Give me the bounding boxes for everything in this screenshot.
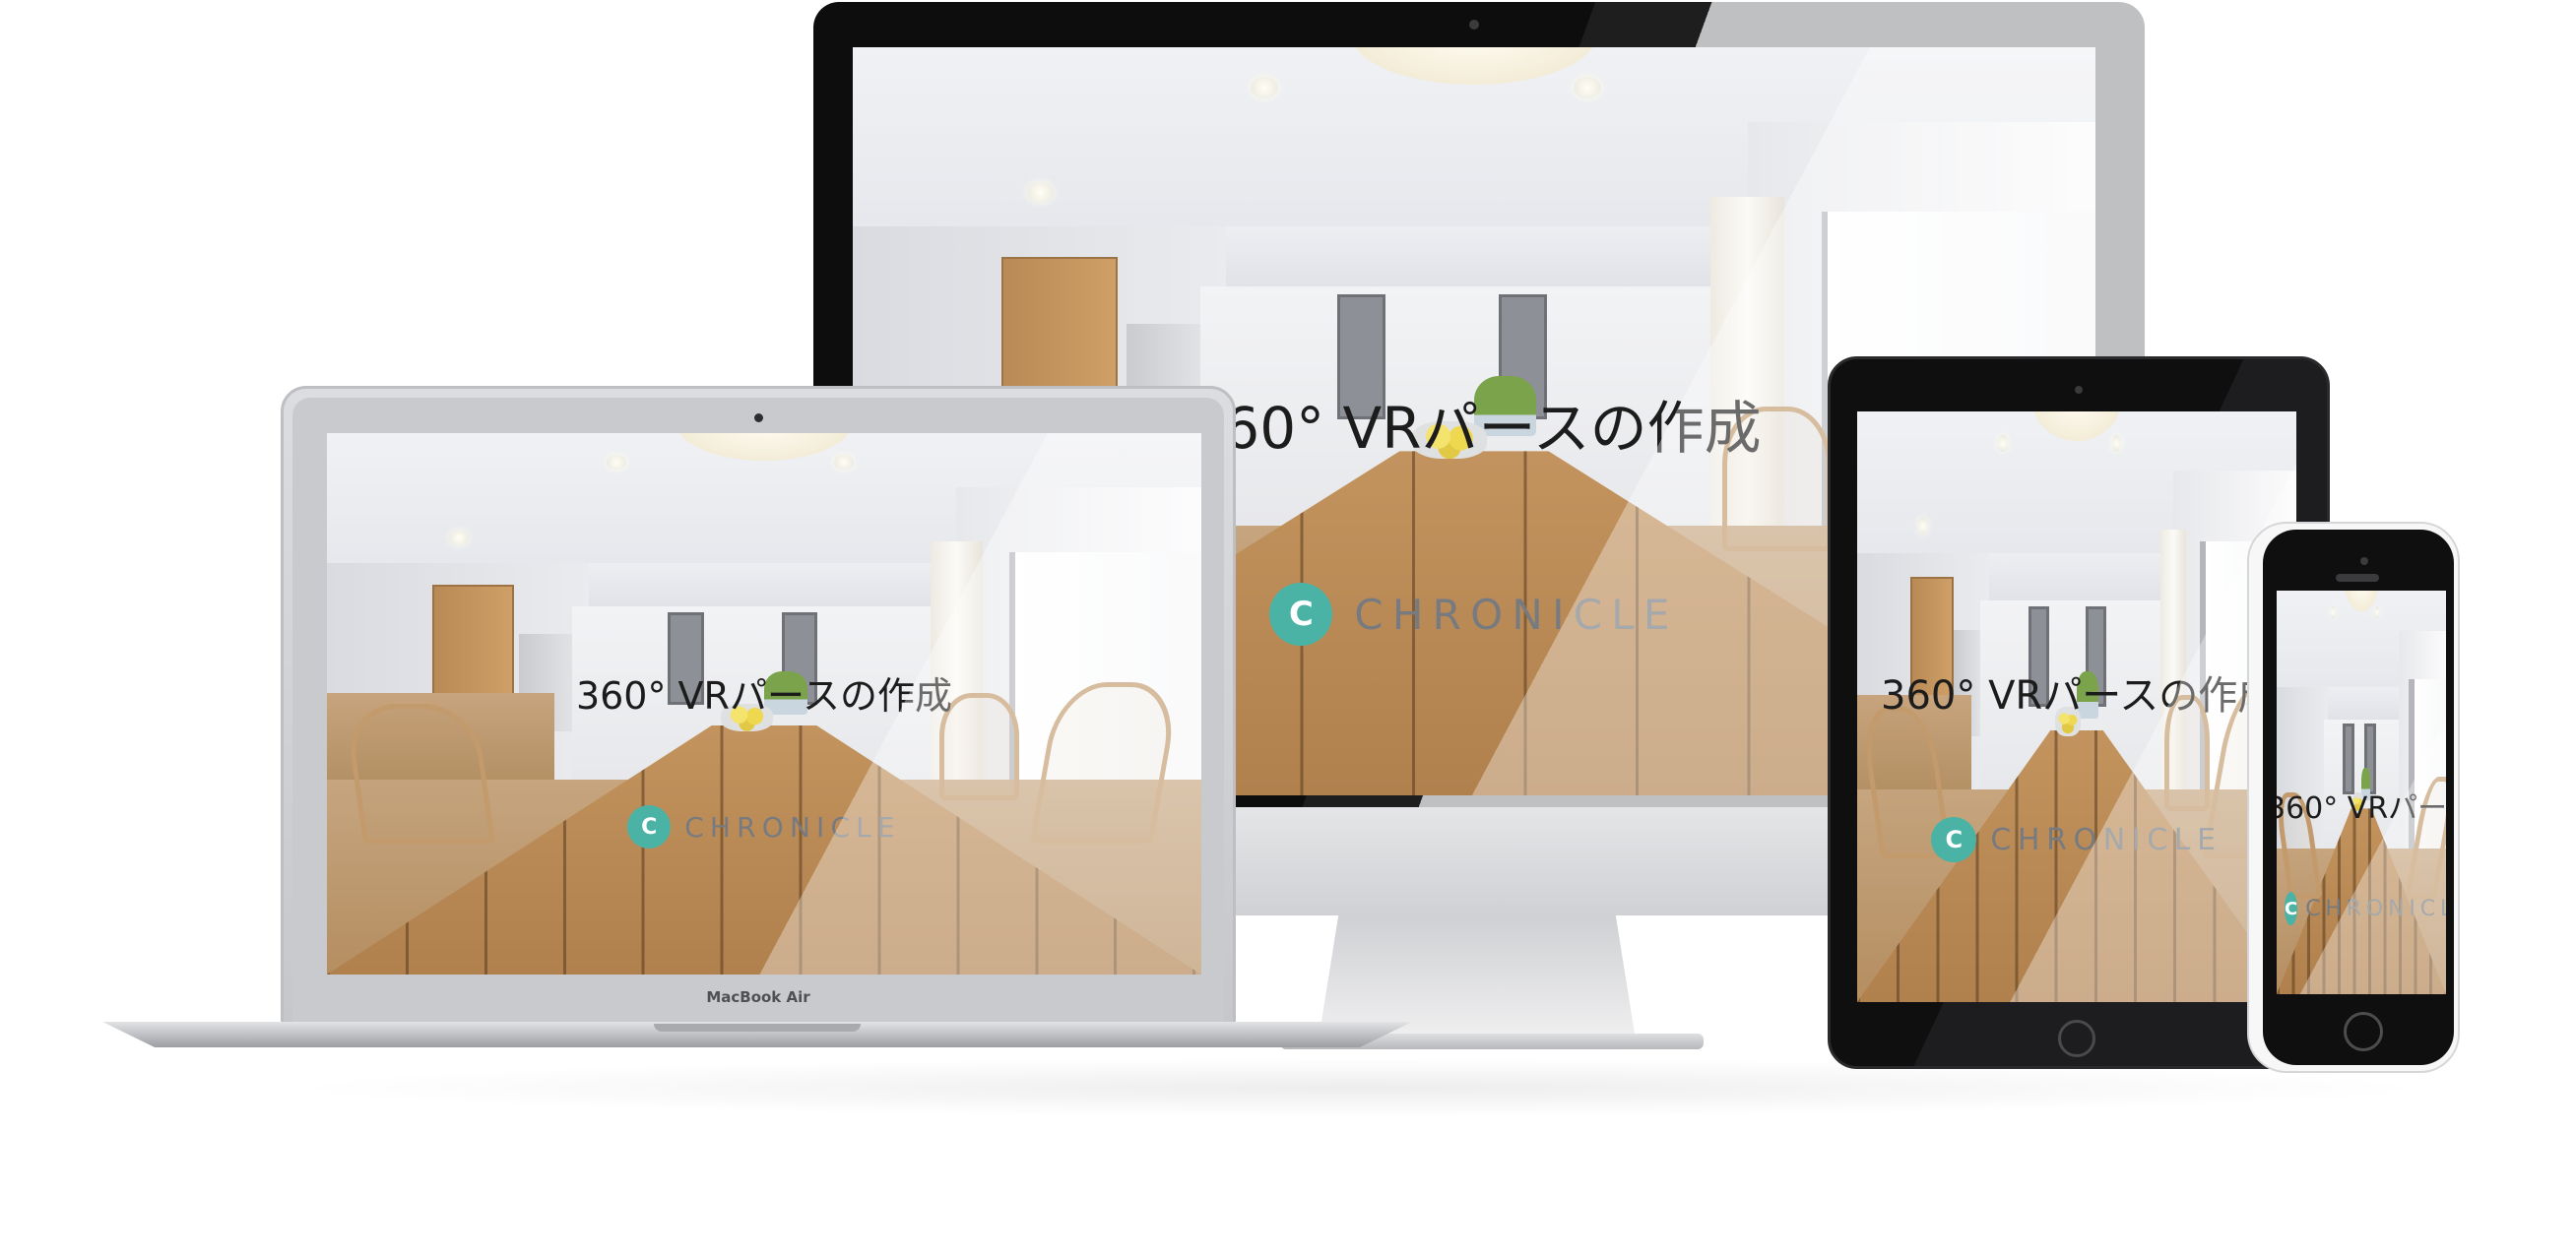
circular-arrow-logo-icon: C [1269,583,1333,646]
brand-lockup: C CHRONICLE [1857,817,2296,862]
phone-speaker [2336,574,2379,582]
camera-icon [1469,20,1479,30]
camera-icon [2075,386,2083,394]
brand-lockup: C CHRONICLE [327,805,1201,849]
brand-name: CHRONICLE [1990,822,2222,857]
laptop-opening-notch [654,1024,861,1032]
camera-icon [754,413,763,422]
brand-name: CHRONICLE [1354,590,1679,639]
circular-arrow-logo-icon: C [627,805,672,849]
laptop-model-label: MacBook Air [706,988,810,1006]
laptop-screen[interactable]: 360° VRパースの作成 C CHRONICLE [327,433,1201,975]
headline: 360° VRパースの作成 [575,674,953,718]
brand-name: CHRONICLE [2305,896,2446,921]
phone-screen[interactable]: 360° VRパースの作成 C CHRONICLE [2277,591,2446,994]
home-button-icon[interactable] [2058,1020,2095,1057]
brand-lockup: C CHRONICLE [2285,892,2446,925]
headline: 360° VRパースの作成 [2277,791,2446,826]
circular-arrow-logo-icon: C [1931,817,1977,862]
circular-arrow-logo-icon: C [2285,892,2298,925]
brand-name: CHRONICLE [684,810,901,844]
imac-stand [1320,915,1635,1034]
tablet-screen[interactable]: 360° VRパースの作成 C CHRONICLE [1857,411,2296,1002]
headline: 360° VRパースの作成 [1881,673,2278,719]
home-button-icon[interactable] [2344,1012,2383,1051]
camera-icon [2360,557,2368,565]
